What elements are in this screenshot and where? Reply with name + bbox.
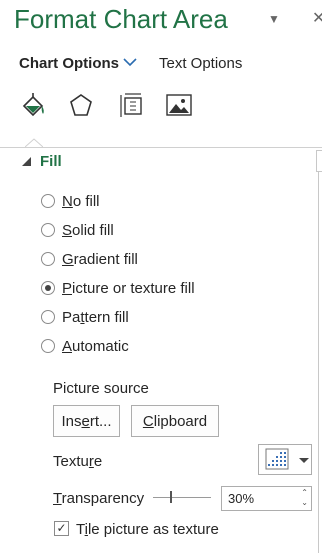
fill-option-radio[interactable]: Automatic	[41, 335, 129, 357]
fill-option-label[interactable]: No fill	[62, 193, 100, 210]
fill-line-icon[interactable]	[18, 90, 48, 120]
radio-icon[interactable]	[41, 223, 55, 237]
size-properties-icon[interactable]	[116, 90, 146, 120]
texture-swatch-icon	[265, 448, 289, 470]
scrollbar-track[interactable]	[318, 150, 322, 553]
radio-icon[interactable]	[41, 252, 55, 266]
chevron-down-icon[interactable]	[123, 57, 137, 67]
insert-button[interactable]: Ins e rt...	[53, 405, 120, 437]
tab-chart-options[interactable]: Chart Options	[19, 55, 119, 72]
dropdown-arrow-icon	[299, 457, 309, 463]
fill-option-radio[interactable]: Picture or texture fill	[41, 277, 195, 299]
checkmark-icon: ✓	[56, 521, 67, 535]
fill-option-label[interactable]: Picture or texture fill	[62, 280, 195, 297]
tab-text-options[interactable]: Text Options	[159, 55, 242, 72]
transparency-spinbox[interactable]: 30% ⌃ ⌄	[221, 486, 312, 511]
spin-arrows-icon[interactable]: ⌃ ⌄	[301, 488, 308, 508]
radio-selected-icon[interactable]	[41, 281, 55, 295]
radio-icon[interactable]	[41, 310, 55, 324]
texture-dropdown[interactable]	[258, 444, 312, 475]
tile-checkbox-label[interactable]: Tile picture as texture	[76, 521, 219, 538]
transparency-value[interactable]: 30%	[228, 491, 254, 506]
fill-option-label[interactable]: Automatic	[62, 338, 129, 355]
tab-separator	[0, 147, 322, 148]
picture-icon[interactable]	[164, 90, 194, 120]
tile-checkbox[interactable]: ✓	[54, 521, 69, 536]
effects-pentagon-icon[interactable]	[66, 90, 96, 120]
task-pane-options-icon[interactable]: ▼	[268, 12, 280, 26]
active-tab-pointer	[25, 138, 43, 148]
transparency-slider-track[interactable]	[153, 497, 211, 498]
transparency-label: Transparency	[53, 490, 145, 507]
collapse-triangle-icon[interactable]	[22, 157, 31, 166]
close-icon[interactable]: ✕	[312, 8, 322, 28]
radio-icon[interactable]	[41, 339, 55, 353]
fill-option-label[interactable]: Gradient fill	[62, 251, 138, 268]
fill-option-radio[interactable]: Solid fill	[41, 219, 114, 241]
clipboard-button[interactable]: Clipboard	[131, 405, 219, 437]
radio-icon[interactable]	[41, 194, 55, 208]
scrollbar-thumb[interactable]	[316, 150, 322, 172]
fill-option-label[interactable]: Solid fill	[62, 222, 114, 239]
fill-option-radio[interactable]: No fill	[41, 190, 100, 212]
pane-title: Format Chart Area	[14, 4, 228, 34]
texture-label: Texture	[53, 453, 103, 470]
fill-option-radio[interactable]: Pattern fill	[41, 306, 129, 328]
picture-source-label: Picture source	[53, 380, 149, 397]
fill-option-radio[interactable]: Gradient fill	[41, 248, 138, 270]
fill-option-label[interactable]: Pattern fill	[62, 309, 129, 326]
fill-section-header[interactable]: Fill	[40, 153, 62, 170]
transparency-slider-thumb[interactable]	[170, 491, 173, 503]
